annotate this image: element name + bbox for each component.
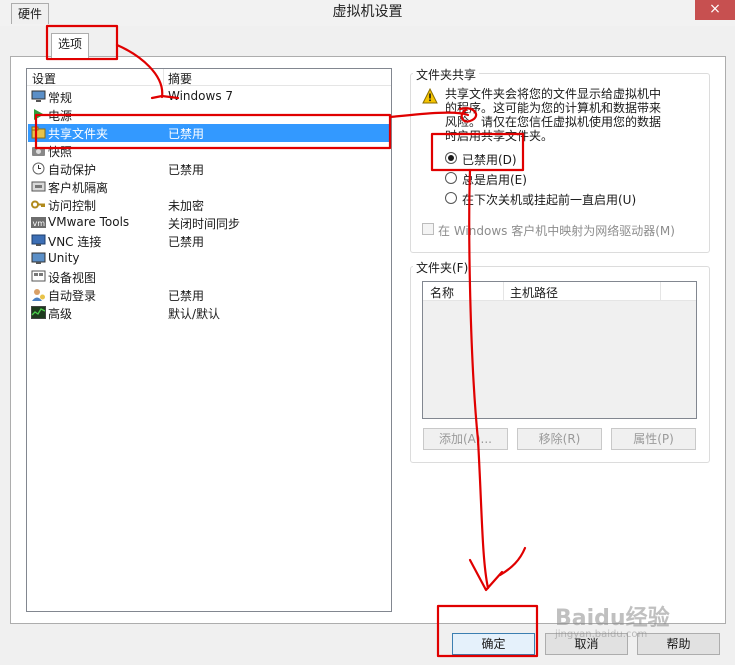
tab-hardware[interactable]: 硬件 [11, 3, 50, 24]
row-summary: 已禁用 [168, 127, 205, 141]
row-name: 电源 [48, 109, 73, 123]
checkbox-box [422, 223, 434, 235]
row-summary: 已禁用 [168, 289, 205, 303]
row-name: 自动保护 [48, 163, 97, 177]
add-button[interactable]: 添加(A)... [423, 428, 508, 450]
key-icon [31, 198, 46, 211]
folders-label: 文件夹(F) [413, 259, 472, 276]
radio-circle [445, 172, 457, 184]
tab-label: 选项 [58, 37, 83, 51]
shared-folder-icon [31, 126, 46, 139]
warning-line: 时启用共享文件夹。 [445, 129, 554, 143]
radio-label: 总是启用(E) [462, 173, 527, 187]
user-icon [31, 288, 46, 301]
list-header: 设置 摘要 [27, 69, 391, 86]
header-summary: 摘要 [168, 72, 193, 86]
header-setting: 设置 [32, 72, 57, 86]
warning-text: 共享文件夹会将您的文件显示给虚拟机中 的程序。这可能为您的计算机和数据带来 风险… [445, 87, 690, 143]
row-summary: 关闭时间同步 [168, 217, 241, 231]
clock-icon [31, 162, 46, 175]
row-name: 高级 [48, 307, 73, 321]
settings-row-vnc[interactable]: VNC 连接 已禁用 [28, 232, 390, 250]
warning-line: 风险。请仅在您信任虚拟机使用您的数据 [445, 115, 662, 129]
settings-row-autologin[interactable]: 自动登录 已禁用 [28, 286, 390, 304]
settings-row-vmware-tools[interactable]: vm VMware Tools 关闭时间同步 [28, 214, 390, 232]
isolation-icon [31, 180, 46, 193]
row-name: 自动登录 [48, 289, 97, 303]
snapshot-icon [31, 144, 46, 157]
settings-row-isolation[interactable]: 客户机隔离 [28, 178, 390, 196]
settings-row-device-view[interactable]: 设备视图 [28, 268, 390, 286]
tab-options[interactable]: 选项 [51, 33, 90, 58]
row-name: 访问控制 [48, 199, 97, 213]
settings-row-snapshot[interactable]: 快照 [28, 142, 390, 160]
close-button[interactable]: × [695, 0, 735, 20]
ok-button[interactable]: 确定 [452, 633, 535, 655]
column-divider[interactable] [503, 282, 504, 301]
radio-label: 在下次关机或挂起前一直启用(U) [462, 193, 637, 207]
settings-row-general[interactable]: 常规 Windows 7 [28, 88, 390, 106]
row-summary: 已禁用 [168, 163, 205, 177]
row-summary: Windows 7 [168, 89, 234, 103]
folder-sharing-label: 文件夹共享 [413, 66, 480, 83]
radio-circle [445, 192, 457, 204]
warning-icon [422, 88, 438, 104]
row-name: VMware Tools [48, 215, 130, 229]
row-summary: 未加密 [168, 199, 205, 213]
remove-button[interactable]: 移除(R) [517, 428, 602, 450]
power-play-icon [31, 108, 46, 121]
row-name: 客户机隔离 [48, 181, 109, 195]
warning-line: 共享文件夹会将您的文件显示给虚拟机中 [445, 87, 662, 101]
row-name: 快照 [48, 145, 73, 159]
row-name: VNC 连接 [48, 235, 102, 249]
settings-row-autoprotect[interactable]: 自动保护 已禁用 [28, 160, 390, 178]
row-name: Unity [48, 251, 80, 265]
monitor-icon [31, 90, 46, 103]
settings-row-unity[interactable]: Unity [28, 250, 390, 268]
column-host-path: 主机路径 [510, 286, 559, 300]
properties-button[interactable]: 属性(P) [611, 428, 696, 450]
close-icon: × [709, 1, 721, 17]
settings-list[interactable]: 设置 摘要 常规 Windows 7 电源 共享文件夹 已禁用 快照 自动保护 … [26, 68, 392, 612]
chart-icon [31, 306, 46, 319]
checkbox-label: 在 Windows 客户机中映射为网络驱动器(M) [438, 224, 675, 238]
vm-icon: vm [31, 216, 46, 229]
folders-table-header: 名称 主机路径 [423, 282, 696, 301]
svg-text:vm: vm [33, 219, 46, 228]
settings-row-advanced[interactable]: 高级 默认/默认 [28, 304, 390, 322]
row-summary: 默认/默认 [168, 307, 221, 321]
window-title: 虚拟机设置 [332, 4, 403, 20]
column-name: 名称 [430, 286, 455, 300]
unity-icon [31, 252, 46, 265]
row-summary: 已禁用 [168, 235, 205, 249]
row-name: 常规 [48, 91, 73, 105]
settings-row-shared-folders[interactable]: 共享文件夹 已禁用 [28, 124, 390, 142]
warning-line: 的程序。这可能为您的计算机和数据带来 [445, 101, 662, 115]
vnc-icon [31, 234, 46, 247]
tab-label: 硬件 [18, 7, 43, 21]
column-divider[interactable] [163, 69, 164, 86]
column-divider[interactable] [660, 282, 661, 301]
title-bar: 虚拟机设置 × [0, 0, 735, 26]
radio-label: 已禁用(D) [462, 153, 517, 167]
folders-table[interactable]: 名称 主机路径 [422, 281, 697, 419]
settings-row-access-control[interactable]: 访问控制 未加密 [28, 196, 390, 214]
device-view-icon [31, 270, 46, 283]
baidu-watermark: Baidu经验 jingyan.baidu.com [555, 600, 670, 640]
radio-circle [445, 152, 457, 164]
watermark-text: Baidu经验 [555, 606, 670, 631]
row-name: 共享文件夹 [48, 127, 109, 141]
radio-dot [448, 155, 454, 161]
settings-row-power[interactable]: 电源 [28, 106, 390, 124]
row-name: 设备视图 [48, 271, 97, 285]
